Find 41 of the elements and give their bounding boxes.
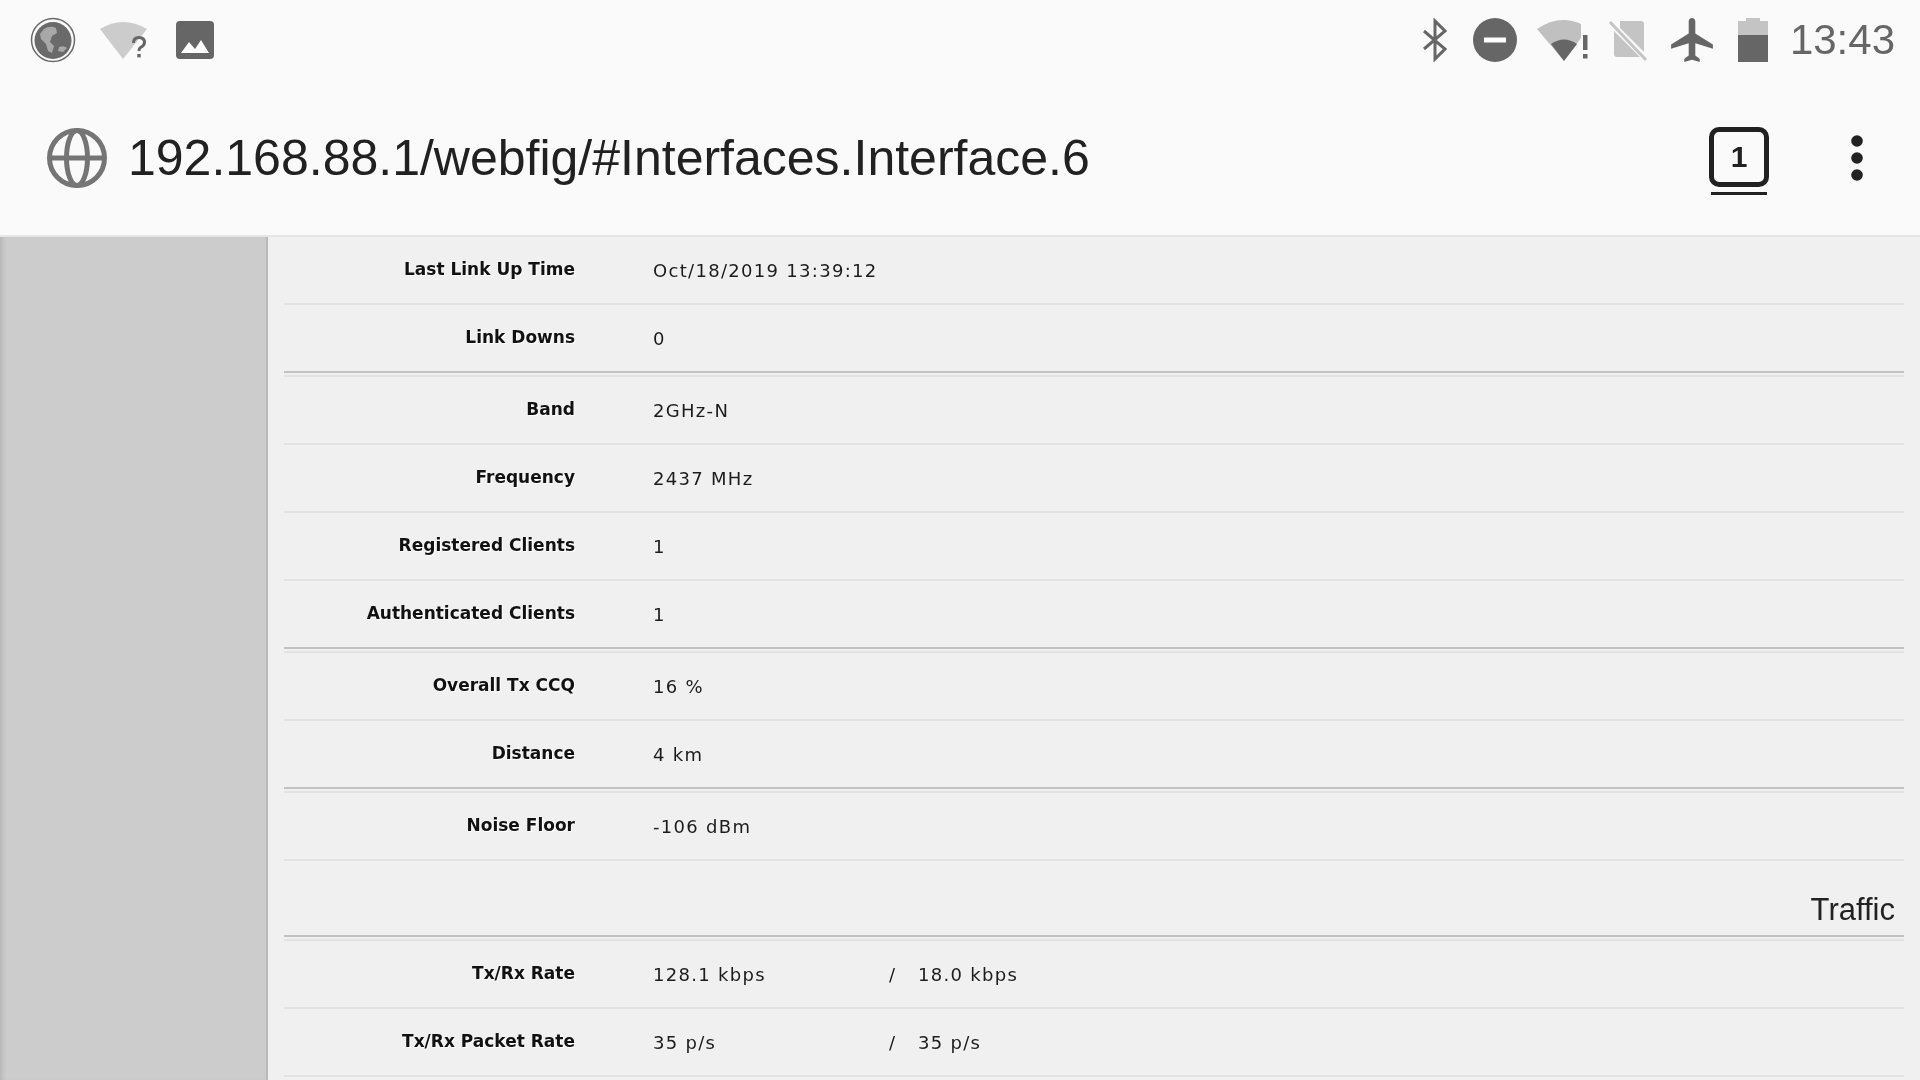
field-value: 16 % bbox=[653, 674, 704, 699]
field-label: Distance bbox=[491, 743, 575, 764]
field-value: 1 bbox=[653, 602, 666, 627]
airplane-icon bbox=[1669, 18, 1714, 62]
field-value: 1 bbox=[653, 534, 666, 559]
wifi-question-icon bbox=[99, 20, 149, 60]
field-label: Registered Clients bbox=[398, 535, 575, 556]
clock-time: 13:43 bbox=[1789, 19, 1895, 61]
value-separator: / bbox=[889, 963, 897, 985]
more-options-button[interactable] bbox=[1851, 134, 1863, 181]
globe-icon bbox=[47, 127, 107, 188]
field-label: Overall Tx CCQ bbox=[432, 675, 575, 696]
earth-globe-icon bbox=[30, 17, 76, 63]
wifi-alert-icon bbox=[1536, 18, 1590, 62]
field-label: Authenticated Clients bbox=[366, 603, 575, 624]
field-value: 35 p/s bbox=[653, 1031, 717, 1053]
field-label: Tx/Rx Packet Rate bbox=[402, 1031, 575, 1052]
field-value: 35 p/s bbox=[918, 1030, 982, 1055]
field-label: Frequency bbox=[475, 467, 575, 488]
bluetooth-icon bbox=[1420, 18, 1449, 62]
field-value: 0 bbox=[653, 326, 666, 351]
field-label: Last Link Up Time bbox=[404, 259, 575, 280]
value-separator: / bbox=[889, 1031, 897, 1053]
field-value: 2437 MHz bbox=[653, 466, 754, 491]
field-value: 2GHz-N bbox=[653, 398, 730, 423]
field-value: Oct/18/2019 13:39:12 bbox=[653, 258, 878, 283]
no-sim-icon bbox=[1607, 18, 1648, 62]
image-icon bbox=[176, 21, 214, 59]
battery-icon bbox=[1737, 18, 1768, 62]
field-value: 128.1 kbps bbox=[653, 963, 766, 985]
field-label: Link Downs bbox=[465, 327, 575, 348]
field-value: 4 km bbox=[653, 742, 704, 767]
more-icon bbox=[1851, 134, 1863, 181]
field-label: Tx/Rx Rate bbox=[472, 963, 575, 984]
field-value: -106 dBm bbox=[653, 814, 752, 839]
do-not-disturb-icon bbox=[1472, 18, 1517, 62]
url-text[interactable]: 192.168.88.1/webfig/#Interfaces.Interface.6 bbox=[128, 132, 1090, 183]
field-value: 18.0 kbps bbox=[918, 962, 1019, 987]
section-heading: Traffic bbox=[1810, 894, 1895, 925]
field-label: Band bbox=[526, 399, 575, 420]
field-label: Noise Floor bbox=[466, 815, 575, 836]
